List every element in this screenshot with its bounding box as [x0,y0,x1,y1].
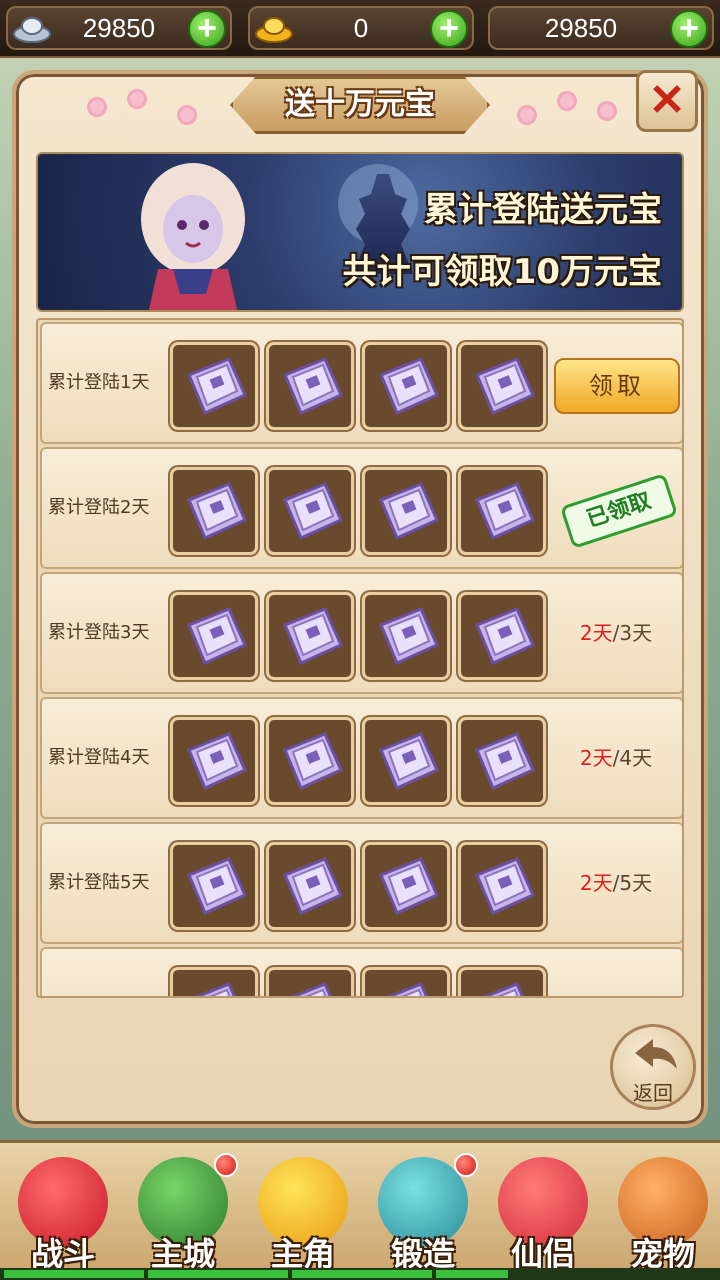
blossom-decoration [600,104,614,118]
silver-ingot-icon [13,17,51,43]
reward-item[interactable] [362,342,450,430]
nav-item-forge[interactable]: 锻造 [368,1149,478,1275]
reward-row: 累计登陆5天 2天/5天 [40,822,682,944]
claim-button[interactable]: 领取 [554,358,680,414]
reward-item[interactable] [362,842,450,930]
gold-value: 0 [353,12,369,43]
reward-item[interactable] [266,717,354,805]
reward-day-label: 累计登陆2天 [48,497,150,518]
progress-current: 2天 [579,621,613,645]
panel-title: 送十万元宝 [285,87,435,122]
gold-currency: 0 + [248,6,474,50]
third-currency: 29850 + [488,6,714,50]
reward-item[interactable] [170,842,258,930]
reward-item[interactable] [170,717,258,805]
nav-item-companion[interactable]: 仙侣 [488,1149,598,1275]
reward-item[interactable] [458,842,546,930]
add-third-button[interactable]: + [670,10,708,48]
strip-segment [4,1270,144,1278]
close-icon: ✕ [648,76,686,125]
reward-item[interactable] [458,342,546,430]
blossom-decoration [90,100,104,114]
character-illustration [141,163,245,310]
progress-total: /4天 [612,746,653,770]
reward-day-label: 累计登陆1天 [48,372,150,393]
blossom-decoration [560,94,574,108]
strip-segment [148,1270,288,1278]
reward-item[interactable] [170,342,258,430]
reward-item[interactable] [266,592,354,680]
reward-day-label: 累计登陆4天 [48,747,150,768]
reward-item[interactable] [266,842,354,930]
progress-current: 2天 [579,871,613,895]
add-silver-button[interactable]: + [188,10,226,48]
banner-line-2: 共计可领取10万元宝 [342,252,662,292]
nav-item-main-city[interactable]: 主城 [128,1149,238,1275]
reward-item[interactable] [170,967,258,996]
reward-item[interactable] [362,717,450,805]
reward-row [40,947,682,996]
reward-item[interactable] [362,967,450,996]
reward-item[interactable] [266,467,354,555]
notification-badge [214,1153,238,1177]
progress-current: 2天 [579,746,613,770]
reward-item[interactable] [458,467,546,555]
reward-item[interactable] [458,717,546,805]
gold-ingot-icon [255,17,293,43]
progress-total: /5天 [612,871,653,895]
nav-progress-strip [0,1268,720,1280]
reward-item[interactable] [266,342,354,430]
reward-item[interactable] [458,592,546,680]
claimed-stamp: 已领取 [559,473,679,549]
third-value: 29850 [544,12,618,43]
reward-item[interactable] [170,592,258,680]
login-progress: 2天/4天 [546,699,682,817]
reward-item[interactable] [170,467,258,555]
reward-row: 累计登陆3天 2天/3天 [40,572,682,694]
return-button[interactable]: 返回 [610,1024,696,1110]
bottom-nav: 战斗 主城 主角 锻造 仙侣 宠物 [0,1140,720,1280]
reward-item[interactable] [458,967,546,996]
reward-day-label: 累计登陆3天 [48,622,150,643]
progress-total: /3天 [612,621,653,645]
close-button[interactable]: ✕ [636,70,698,132]
blossom-decoration [520,108,534,122]
reward-row: 累计登陆2天 已领取 [40,447,682,569]
blossom-decoration [130,92,144,106]
login-progress: 2天/3天 [546,574,682,692]
reward-item[interactable] [362,592,450,680]
reward-item[interactable] [362,467,450,555]
silver-value: 29850 [82,12,156,43]
banner-line-1: 累计登陆送元宝 [424,190,662,230]
nav-item-pet[interactable]: 宠物 [608,1149,718,1275]
reward-day-label: 累计登陆5天 [48,872,150,893]
currency-bar: 29850 + 0 + 29850 + [0,0,720,58]
back-arrow-icon [635,1039,677,1069]
reward-list[interactable]: 累计登陆1天 领取 累计登陆2天 已领取 累计登陆3天 2天/3天 累计登陆4天 2天/4天累… [36,318,684,998]
reward-row: 累计登陆4天 2天/4天 [40,697,682,819]
login-progress: 2天/5天 [546,824,682,942]
strip-segment [292,1270,432,1278]
promo-banner: 累计登陆送元宝 共计可领取10万元宝 [36,152,684,312]
reward-row: 累计登陆1天 领取 [40,322,682,444]
notification-badge [454,1153,478,1177]
nav-item-battle[interactable]: 战斗 [8,1149,118,1275]
nav-item-hero[interactable]: 主角 [248,1149,358,1275]
reward-item[interactable] [266,967,354,996]
strip-segment [436,1270,508,1278]
add-gold-button[interactable]: + [430,10,468,48]
blossom-decoration [180,108,194,122]
return-label: 返回 [633,1081,673,1105]
silver-currency: 29850 + [6,6,232,50]
